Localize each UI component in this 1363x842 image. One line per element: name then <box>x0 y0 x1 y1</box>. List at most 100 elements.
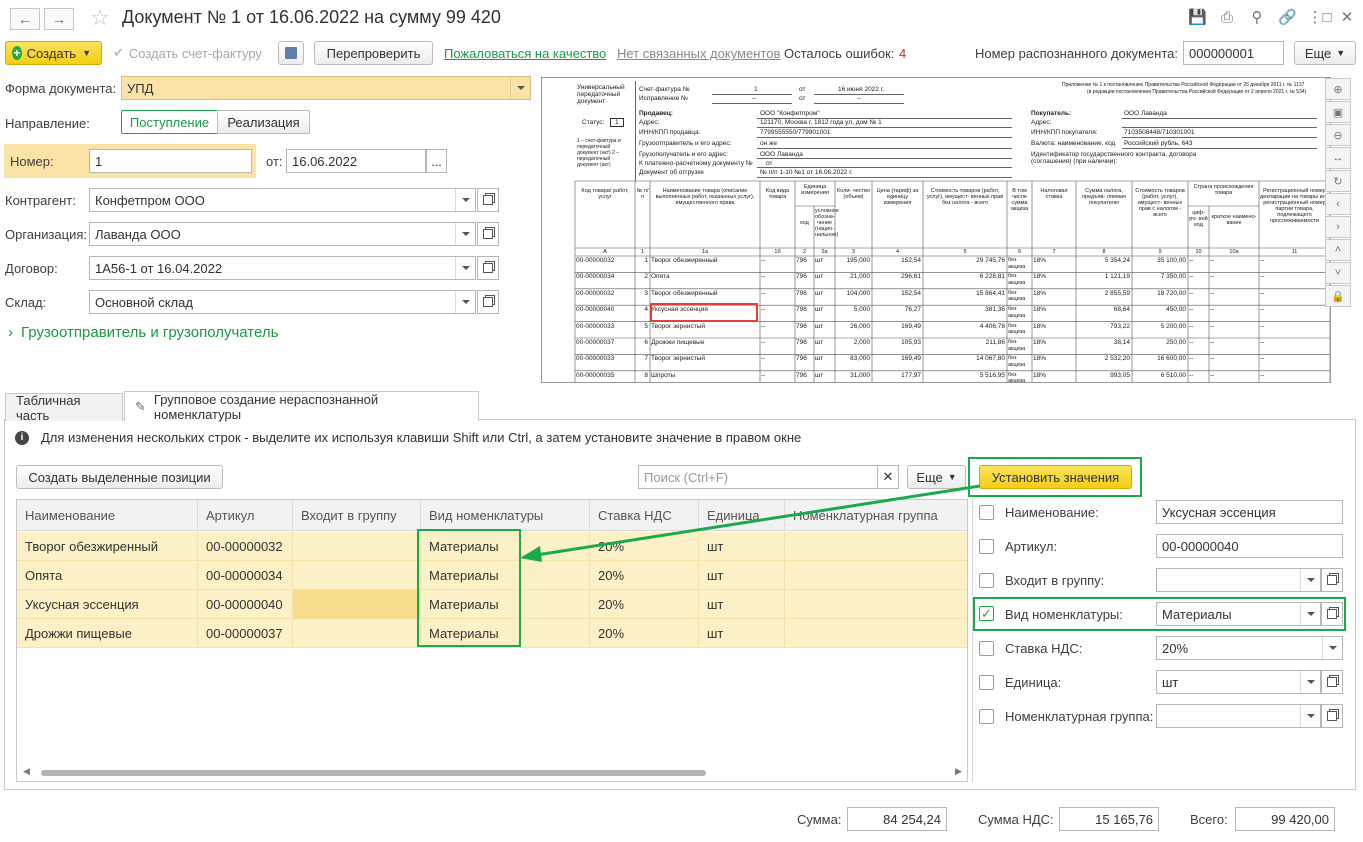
direction-out-button[interactable]: Реализация <box>217 110 310 134</box>
chevron-down-icon[interactable] <box>1300 671 1320 693</box>
create-button[interactable]: + Создать ▼ <box>5 41 102 65</box>
open-organization-icon[interactable] <box>477 222 499 246</box>
chevron-down-icon[interactable] <box>510 77 530 99</box>
cell-group[interactable] <box>293 561 421 590</box>
open-warehouse-icon[interactable] <box>477 290 499 314</box>
prev-page-icon[interactable]: ‹ <box>1325 193 1351 215</box>
preview-cell: шт <box>815 339 824 346</box>
zoom-in-icon[interactable]: ⊕ <box>1325 78 1351 100</box>
chevron-down-icon[interactable] <box>1322 637 1342 659</box>
sku-checkbox[interactable] <box>979 539 994 554</box>
cell-vat[interactable]: 20% <box>590 619 699 648</box>
name-checkbox[interactable] <box>979 505 994 520</box>
cell-name[interactable]: Творог обезжиренный <box>17 532 198 561</box>
col-group[interactable]: Входит в группу <box>293 500 421 531</box>
back-button[interactable]: ← <box>10 8 40 30</box>
cell-sku[interactable]: 00-00000037 <box>198 619 293 648</box>
open-contract-icon[interactable] <box>477 256 499 280</box>
lock-icon[interactable]: 🔒 <box>1325 285 1351 307</box>
name-field[interactable]: Уксусная эссенция <box>1156 500 1343 524</box>
chevron-down-icon[interactable] <box>455 189 475 211</box>
cell-name[interactable]: Дрожжи пищевые <box>17 619 198 648</box>
chevron-down-icon[interactable] <box>1300 569 1320 591</box>
open-counterparty-icon[interactable] <box>477 188 499 212</box>
save-icon[interactable]: 💾 <box>1188 9 1207 27</box>
open-ngroup-icon[interactable] <box>1321 704 1343 728</box>
doc-form-select[interactable]: УПД <box>121 76 531 100</box>
preview-cell: без акциза <box>1008 273 1026 286</box>
number-field[interactable]: 1 <box>89 149 252 173</box>
scroll-up-icon[interactable]: ˄ <box>1325 239 1351 261</box>
cell-sku[interactable]: 00-00000034 <box>198 561 293 590</box>
search-icon[interactable]: ⚲ <box>1248 9 1266 27</box>
group-select[interactable] <box>1156 568 1321 592</box>
complain-link[interactable]: Пожаловаться на качество <box>444 46 606 61</box>
scroll-down-icon[interactable]: ˅ <box>1325 262 1351 284</box>
rotate-icon[interactable]: ↻ <box>1325 170 1351 192</box>
zoom-out-icon[interactable]: ⊖ <box>1325 124 1351 146</box>
horizontal-scrollbar[interactable] <box>41 770 706 776</box>
col-name[interactable]: Наименование <box>17 500 198 531</box>
vat-checkbox[interactable] <box>979 641 994 656</box>
open-unit-icon[interactable] <box>1321 670 1343 694</box>
scroll-right-icon[interactable]: ▶ <box>955 766 962 777</box>
cell-name[interactable]: Уксусная эссенция <box>17 590 198 619</box>
scroll-left-icon[interactable]: ◀ <box>23 766 30 777</box>
cell-vat[interactable]: 20% <box>590 590 699 619</box>
cell-group[interactable] <box>293 619 421 648</box>
open-group-icon[interactable] <box>1321 568 1343 592</box>
tab-group-create[interactable]: ✎ Групповое создание нераспознанной номе… <box>124 391 479 422</box>
cell-ngroup[interactable] <box>785 619 967 648</box>
ngroup-checkbox[interactable] <box>979 709 994 724</box>
create-invoice-option[interactable]: ✔ Создать счет-фактуру <box>113 45 262 61</box>
cell-sku[interactable]: 00-00000032 <box>198 532 293 561</box>
vat-select[interactable]: 20% <box>1156 636 1343 660</box>
print-icon[interactable]: ⎙ <box>1218 9 1236 27</box>
cell-sku[interactable]: 00-00000040 <box>198 590 293 619</box>
recognized-number-field[interactable]: 000000001 <box>1183 41 1284 65</box>
group-checkbox[interactable] <box>979 573 994 588</box>
link-icon[interactable]: 🔗 <box>1278 9 1297 27</box>
preview-cell: без акциза <box>1008 257 1026 270</box>
direction-in-button[interactable]: Поступление <box>121 110 218 134</box>
cell-unit[interactable]: шт <box>699 590 785 619</box>
more-button[interactable]: Еще ▼ <box>1294 41 1356 65</box>
contract-select[interactable]: 1А56-1 от 16.04.2022 <box>89 256 476 280</box>
organization-select[interactable]: Лаванда ООО <box>89 222 476 246</box>
tab-table-part[interactable]: Табличная часть <box>5 393 123 423</box>
cell-group[interactable] <box>293 590 421 619</box>
zoom-fit-icon[interactable]: ▣ <box>1325 101 1351 123</box>
unit-checkbox[interactable] <box>979 675 994 690</box>
counterparty-select[interactable]: Конфетпром ООО <box>89 188 476 212</box>
next-page-icon[interactable]: › <box>1325 216 1351 238</box>
chevron-down-icon[interactable] <box>455 223 475 245</box>
ngroup-select[interactable] <box>1156 704 1321 728</box>
date-field[interactable]: 16.06.2022 <box>286 149 426 173</box>
shipper-consignee-toggle[interactable]: › Грузоотправитель и грузополучатель <box>8 324 278 341</box>
sku-field[interactable]: 00-00000040 <box>1156 534 1343 558</box>
unit-select[interactable]: шт <box>1156 670 1321 694</box>
warehouse-select[interactable]: Основной склад <box>89 290 476 314</box>
favorite-star-icon[interactable]: ☆ <box>90 5 110 31</box>
cell-unit[interactable]: шт <box>699 619 785 648</box>
document-preview[interactable]: Универсальный передаточный документ Счет… <box>541 77 1331 383</box>
calendar-button[interactable]: ... <box>426 149 447 173</box>
create-selected-button[interactable]: Создать выделенные позиции <box>16 465 223 489</box>
cell-group[interactable] <box>293 532 421 561</box>
chevron-down-icon[interactable] <box>1300 705 1320 727</box>
preview-cell: 152,54 <box>901 289 921 297</box>
chevron-down-icon[interactable] <box>455 291 475 313</box>
preview-cell: -- <box>1189 371 1194 379</box>
forward-button[interactable]: → <box>44 8 74 30</box>
preview-cell: 21,000 <box>850 273 870 281</box>
recheck-button[interactable]: Перепроверить <box>314 41 433 65</box>
cell-ngroup[interactable] <box>785 590 967 619</box>
no-linked-docs-link[interactable]: Нет связанных документов <box>617 46 780 61</box>
col-sku[interactable]: Артикул <box>198 500 293 531</box>
restore-icon[interactable]: □ <box>1318 9 1336 27</box>
save-document-button[interactable] <box>278 41 304 65</box>
chevron-down-icon[interactable] <box>455 257 475 279</box>
page-width-icon[interactable]: ↔ <box>1325 147 1351 169</box>
cell-name[interactable]: Опята <box>17 561 198 590</box>
close-icon[interactable]: ✕ <box>1338 9 1356 27</box>
